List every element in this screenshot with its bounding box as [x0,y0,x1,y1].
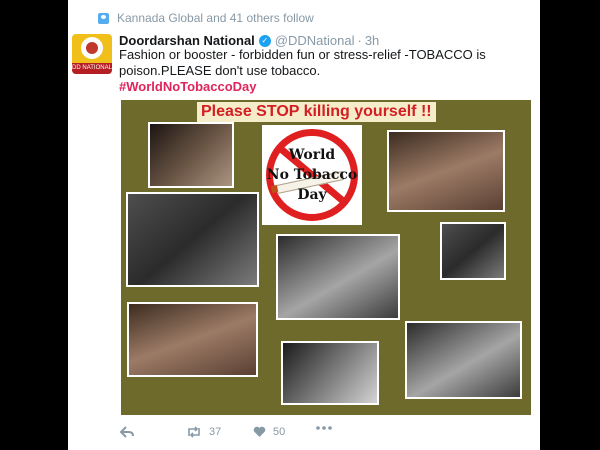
more-icon [316,426,332,430]
tweet-header: Doordarshan National ✓ @DDNational · 3h [119,33,379,48]
tweet-actions: 37 50 [68,426,368,442]
photo-man-drinking [127,302,258,377]
photo-woman-smoking [148,122,234,188]
logo-line-3: Day [297,187,327,203]
heart-icon [253,426,266,437]
like-button[interactable]: 50 [253,426,285,438]
photo-man-smoking [440,222,506,280]
photo-boy-smoking [281,341,379,405]
photo-man-exhaling-smoke [405,321,522,399]
tweet-time[interactable]: 3h [365,33,379,48]
hashtag-link[interactable]: #WorldNoTobaccoDay [119,79,256,94]
reply-icon [120,426,134,438]
logo-line-2: No Tobacco [266,167,358,183]
author-handle[interactable]: @DDNational [275,33,355,48]
tweet-card: Kannada Global and 41 others follow DD N… [68,0,540,450]
dd-logo-icon [81,37,103,59]
more-button[interactable] [316,426,332,430]
separator: · [357,33,362,48]
follow-icon [98,12,109,24]
author-name[interactable]: Doordarshan National [119,33,255,48]
avatar[interactable]: DD NATIONAL [72,34,112,74]
social-context[interactable]: Kannada Global and 41 others follow [98,11,314,25]
poster-headline: Please STOP killing yourself !! [197,102,436,122]
social-context-text: Kannada Global and 41 others follow [117,11,314,25]
reply-button[interactable] [120,426,134,438]
retweet-count: 37 [209,426,222,438]
photo-boys-smoking [276,234,400,320]
like-count: 50 [273,426,286,438]
photo-old-woman-smoking [126,192,259,287]
retweet-button[interactable]: 37 [186,426,221,438]
logo-line-1: World [288,147,336,163]
world-no-tobacco-day-logo: World No Tobacco Day [262,125,362,225]
verified-icon: ✓ [258,34,271,47]
retweet-icon [188,426,200,438]
avatar-label: DD NATIONAL [72,63,112,74]
tweet-image[interactable]: Please STOP killing yourself !! World No… [121,100,531,415]
tweet-text: Fashion or booster - forbidden fun or st… [119,47,486,78]
photo-hand-tobacco [387,130,505,212]
